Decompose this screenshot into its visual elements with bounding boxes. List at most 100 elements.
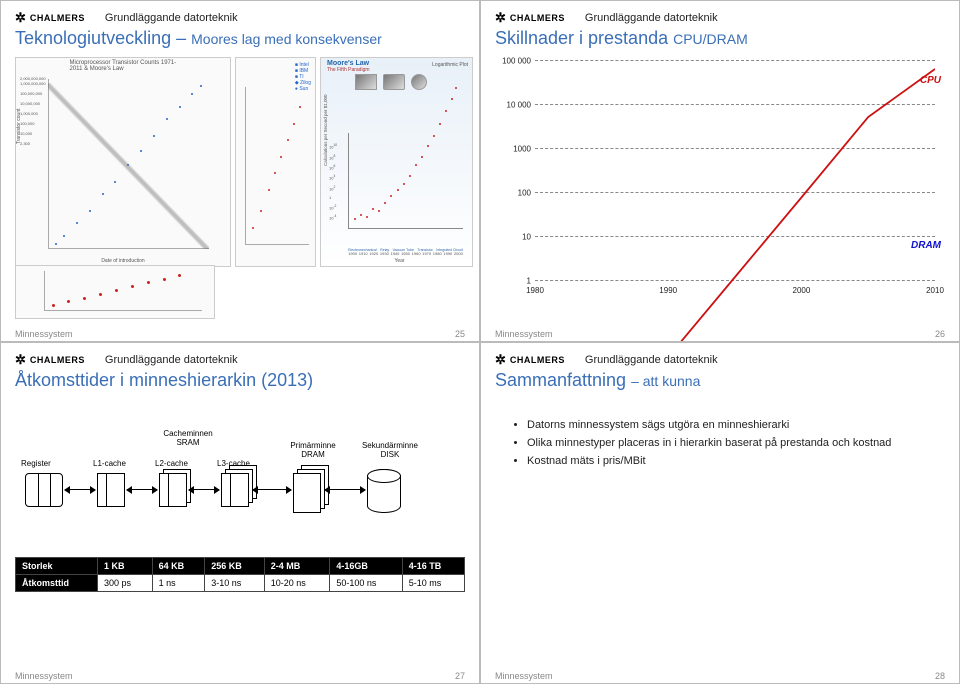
row-header-size: Storlek [16, 558, 98, 575]
footer-label: Minnessystem [495, 671, 553, 681]
title-sub: CPU/DRAM [673, 31, 748, 47]
thumbnail-clock-frequency [15, 265, 215, 319]
header: ✲ CHALMERS Grundläggande datorteknik [15, 353, 465, 366]
title-main: Åtkomsttider i minneshierarkin (2013) [15, 370, 313, 390]
footer-label: Minnessystem [15, 329, 73, 339]
gear-icon: ✲ [15, 11, 26, 24]
logo-text: CHALMERS [30, 13, 85, 23]
title-sub: – att kunna [631, 373, 700, 389]
header: ✲ CHALMERS Grundläggande datorteknik [15, 11, 465, 24]
ytick: 1000 [495, 145, 531, 154]
ytick-labels: 2,000,000,0001,000,000,000100,000,00010,… [20, 76, 46, 146]
bullet-item: Olika minnestyper placeras in i hierarki… [527, 437, 945, 449]
label-cachem: CacheminnenSRAM [143, 429, 233, 447]
gear-icon: ✲ [495, 353, 506, 366]
graphics-grid: Microprocessor Transistor Counts 1971-20… [15, 57, 465, 267]
ytick: 10 [495, 233, 531, 242]
thumbnail-transistor-counts: Microprocessor Transistor Counts 1971-20… [15, 57, 231, 267]
title-main: Teknologiutveckling – [15, 28, 186, 48]
cell: 2-4 MB [264, 558, 330, 575]
cell: 4-16GB [330, 558, 402, 575]
title-main: Sammanfattning [495, 370, 631, 390]
cell: 5-10 ms [402, 575, 464, 592]
bullet-item: Datorns minnessystem sägs utgöra en minn… [527, 419, 945, 431]
chalmers-logo: ✲ CHALMERS [15, 11, 85, 24]
logo-text: CHALMERS [510, 355, 565, 365]
course-title: Grundläggande datorteknik [105, 354, 238, 366]
label-primary: PrimärminneDRAM [283, 441, 343, 459]
box-l3 [221, 473, 249, 507]
slide-27: ✲ CHALMERS Grundläggande datorteknik Åtk… [0, 342, 480, 684]
label-l1: L1-cache [93, 459, 126, 468]
summary-bullets: Datorns minnessystem sägs utgöra en minn… [513, 419, 945, 467]
course-title: Grundläggande datorteknik [105, 12, 238, 24]
bullet-item: Kostnad mäts i pris/MBit [527, 455, 945, 467]
thumb-c-yticks: 1010108106104102110-210-4 [329, 141, 337, 222]
thumb-c-subtitle: The Fifth Paradigm [327, 67, 370, 73]
slide-title: Skillnader i prestanda CPU/DRAM [495, 28, 945, 49]
arrow [253, 489, 291, 490]
slide-footer: Minnessystem 27 [15, 671, 465, 681]
cell: 300 ps [97, 575, 152, 592]
course-title: Grundläggande datorteknik [585, 12, 718, 24]
footer-label: Minnessystem [15, 671, 73, 681]
disk-icon [367, 469, 401, 513]
logo-text: CHALMERS [30, 355, 85, 365]
label-secondary: SekundärminneDISK [355, 441, 425, 459]
chalmers-logo: ✲ CHALMERS [15, 353, 85, 366]
page-number: 26 [935, 329, 945, 339]
thumb-c-xlabel: Year [394, 258, 404, 264]
slide-footer: Minnessystem 25 [15, 329, 465, 339]
cell: 50-100 ns [330, 575, 402, 592]
cell: 10-20 ns [264, 575, 330, 592]
memory-hierarchy-diagram: Register L1-cache L2-cache L3-cache Cach… [15, 409, 465, 529]
cell: 1 ns [152, 575, 205, 592]
box-l1 [97, 473, 125, 507]
arrow [189, 489, 219, 490]
thumb-xlabel: Date of introduction [101, 258, 144, 264]
performance-chart: 1 10 100 1000 10 000 100 000 1980 1990 2… [535, 61, 935, 281]
thumb-c-ylabel: Calculations per Second per $1,000 [323, 95, 328, 167]
slide-title: Teknologiutveckling – Moores lag med kon… [15, 28, 465, 49]
row-header-time: Åtkomsttid [16, 575, 98, 592]
page-number: 28 [935, 671, 945, 681]
thumb-c-eras: ElectromechanicalRelayVacuum TubeTransis… [348, 248, 463, 252]
slide-28: ✲ CHALMERS Grundläggande datorteknik Sam… [480, 342, 960, 684]
cell: 1 KB [97, 558, 152, 575]
arrow [65, 489, 95, 490]
thumb-c-right: Logarithmic Plot [432, 62, 468, 68]
box-register [25, 473, 63, 507]
thumbnail-fifth-paradigm: Moore's Law The Fifth Paradigm Logarithm… [320, 57, 473, 267]
label-l2: L2-cache [155, 459, 188, 468]
title-sub: Moores lag med konsekvenser [191, 31, 382, 47]
chalmers-logo: ✲ CHALMERS [495, 353, 565, 366]
thumbnail-intel-roadmap: ■ Intel■ IBM■ TI◆ Zilog● Sun [235, 57, 316, 267]
header: ✲ CHALMERS Grundläggande datorteknik [495, 353, 945, 366]
gear-icon: ✲ [15, 353, 26, 366]
legend-cpu: CPU [920, 75, 941, 86]
footer-label: Minnessystem [495, 329, 553, 339]
hierarchy-table: Storlek 1 KB 64 KB 256 KB 2-4 MB 4-16GB … [15, 557, 465, 592]
cell: 256 KB [205, 558, 264, 575]
header: ✲ CHALMERS Grundläggande datorteknik [495, 11, 945, 24]
page-number: 25 [455, 329, 465, 339]
chart-curves [535, 61, 935, 342]
course-title: Grundläggande datorteknik [585, 354, 718, 366]
box-dram [293, 473, 321, 513]
slide-title: Åtkomsttider i minneshierarkin (2013) [15, 370, 465, 391]
arrow [325, 489, 365, 490]
slide-title: Sammanfattning – att kunna [495, 370, 945, 391]
thumb-c-title: Moore's Law [327, 60, 370, 67]
logo-text: CHALMERS [510, 13, 565, 23]
slide-25: ✲ CHALMERS Grundläggande datorteknik Tek… [0, 0, 480, 342]
thumb-title: Microprocessor Transistor Counts 1971-20… [70, 60, 177, 72]
slide-footer: Minnessystem 28 [495, 671, 945, 681]
cell: 4-16 TB [402, 558, 464, 575]
cell: 64 KB [152, 558, 205, 575]
page-number: 27 [455, 671, 465, 681]
box-l2 [159, 473, 187, 507]
title-main: Skillnader i prestanda [495, 28, 673, 48]
slide-26: ✲ CHALMERS Grundläggande datorteknik Ski… [480, 0, 960, 342]
legend-dram: DRAM [911, 240, 941, 251]
label-register: Register [21, 459, 51, 468]
